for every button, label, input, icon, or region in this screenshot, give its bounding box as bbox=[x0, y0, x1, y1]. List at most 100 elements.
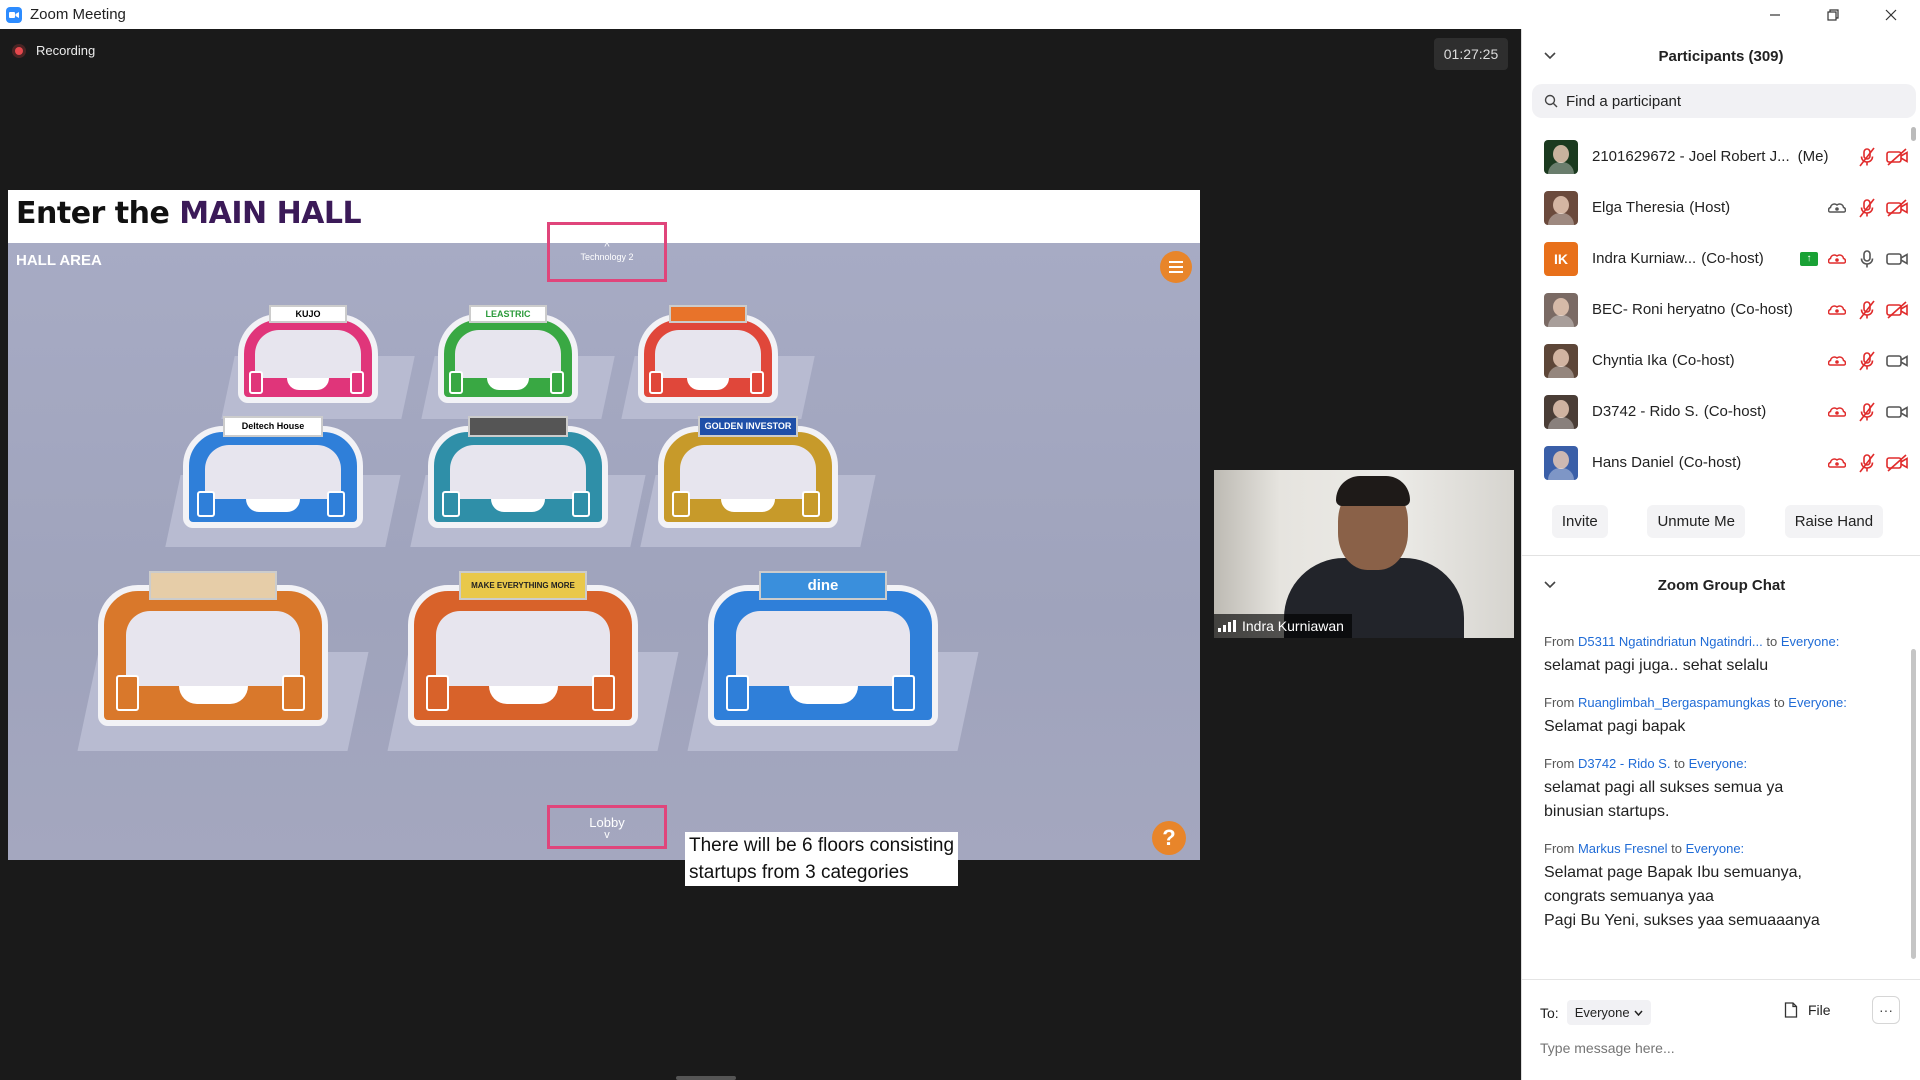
mic-muted-icon[interactable] bbox=[1856, 452, 1878, 474]
collapse-participants-icon[interactable] bbox=[1544, 48, 1556, 63]
participant-row[interactable]: BEC- Roni heryatno (Co-host) bbox=[1522, 284, 1908, 335]
participant-row[interactable]: IK Indra Kurniaw... (Co-host) ↑ bbox=[1522, 233, 1908, 284]
help-button[interactable]: ? bbox=[1152, 821, 1186, 855]
participant-avatar: IK bbox=[1544, 241, 1578, 276]
mic-muted-icon[interactable] bbox=[1856, 146, 1878, 168]
participant-role: (Co-host) bbox=[1701, 250, 1764, 267]
chat-message-line: congrats semuanya yaa bbox=[1544, 888, 1714, 905]
chat-sender[interactable]: Ruanglimbah_Bergaspamungkas bbox=[1578, 695, 1770, 710]
caption-line-1: There will be 6 floors consisting bbox=[689, 835, 955, 856]
nav-technology-2[interactable]: ^ Technology 2 bbox=[547, 222, 667, 282]
speaker-video-tile[interactable]: Indra Kurniawan bbox=[1214, 470, 1514, 638]
participant-avatar bbox=[1544, 292, 1578, 327]
mic-icon[interactable] bbox=[1856, 248, 1878, 270]
video-icon[interactable] bbox=[1886, 401, 1908, 423]
participant-name-text: Hans Daniel bbox=[1592, 454, 1674, 471]
video-icon[interactable] bbox=[1886, 248, 1908, 270]
chat-message-text: Selamat pagi bapak bbox=[1544, 715, 1902, 739]
mic-muted-icon[interactable] bbox=[1856, 197, 1878, 219]
recording-dot-icon bbox=[12, 43, 26, 58]
video-icon[interactable] bbox=[1886, 350, 1908, 372]
mic-muted-icon[interactable] bbox=[1856, 401, 1878, 423]
participant-role: (Co-host) bbox=[1730, 301, 1793, 318]
to-word: to bbox=[1773, 695, 1785, 710]
participant-role: (Co-host) bbox=[1703, 403, 1767, 420]
resize-handle[interactable] bbox=[676, 1076, 736, 1080]
exhibitor-booth[interactable]: LEASTRIC bbox=[421, 293, 615, 420]
file-button[interactable]: File bbox=[1784, 1002, 1831, 1018]
hall-menu-button[interactable] bbox=[1160, 251, 1192, 283]
unmute-me-button[interactable]: Unmute Me bbox=[1647, 505, 1745, 538]
participant-row[interactable]: D3742 - Rido S. (Co-host) bbox=[1522, 386, 1908, 437]
close-button[interactable] bbox=[1862, 0, 1920, 29]
nav-top-label: Technology 2 bbox=[580, 252, 634, 262]
participant-row[interactable]: Chyntia Ika (Co-host) bbox=[1522, 335, 1908, 386]
chat-sender[interactable]: D3742 - Rido S. bbox=[1578, 756, 1671, 771]
more-options-button[interactable]: ··· bbox=[1872, 996, 1900, 1024]
screen-share-icon: ↑ bbox=[1800, 251, 1818, 266]
chat-message-meta: From D3742 - Rido S. to Everyone: bbox=[1544, 755, 1902, 773]
chat-title: Zoom Group Chat bbox=[1657, 576, 1786, 594]
exhibitor-booth[interactable]: KUJO bbox=[221, 293, 415, 420]
chat-message-text: Selamat page Bapak Ibu semuanya, congrats… bbox=[1544, 861, 1902, 933]
exhibitor-booth[interactable] bbox=[410, 403, 646, 546]
chat-message-line: selamat pagi juga.. sehat selalu bbox=[1544, 657, 1769, 674]
video-off-icon[interactable] bbox=[1886, 299, 1908, 321]
participant-avatar bbox=[1544, 190, 1578, 225]
chat-message-line: Pagi Bu Yeni, sukses yaa semuaaanya bbox=[1544, 912, 1820, 929]
chat-message: From D3742 - Rido S. to Everyone: selamat… bbox=[1522, 755, 1902, 840]
participant-row[interactable]: Hans Daniel (Co-host) bbox=[1522, 437, 1908, 488]
participant-role: (Host) bbox=[1689, 199, 1731, 216]
chat-message: From Ruanglimbah_Bergaspamungkas to Ever… bbox=[1522, 694, 1902, 755]
chat-sender[interactable]: Markus Fresnel bbox=[1578, 841, 1668, 856]
booth-sign bbox=[467, 416, 569, 437]
booth-sign: LEASTRIC bbox=[468, 304, 548, 323]
participant-scrollbar[interactable] bbox=[1911, 127, 1916, 487]
collapse-chat-icon[interactable] bbox=[1544, 577, 1556, 592]
video-off-icon[interactable] bbox=[1886, 197, 1908, 219]
exhibitor-booth[interactable]: Deltech House bbox=[165, 403, 401, 546]
participant-row[interactable]: 2101629672 - Joel Robert J... (Me) bbox=[1522, 131, 1908, 182]
recording-icon bbox=[1826, 197, 1848, 219]
booth-sign: KUJO bbox=[268, 304, 348, 323]
chat-sender[interactable]: D5311 Ngatindriatun Ngatindri... bbox=[1578, 634, 1763, 649]
chevron-down-icon bbox=[1634, 1010, 1643, 1016]
chat-message-meta: From Ruanglimbah_Bergaspamungkas to Ever… bbox=[1544, 694, 1902, 712]
booth-sign: MAKE EVERYTHING MORE bbox=[458, 571, 588, 600]
invite-button[interactable]: Invite bbox=[1551, 505, 1608, 538]
raise-hand-button[interactable]: Raise Hand bbox=[1784, 505, 1884, 538]
chat-message-text: selamat pagi all sukses semua ya binusian… bbox=[1544, 776, 1902, 824]
participant-avatar bbox=[1544, 394, 1578, 429]
chat-message-line: Selamat page Bapak Ibu semuanya, bbox=[1544, 864, 1802, 881]
participant-name: Chyntia Ika (Co-host) bbox=[1592, 352, 1735, 369]
participant-role: (Me) bbox=[1797, 148, 1829, 165]
participant-search-input[interactable]: Find a participant bbox=[1532, 84, 1916, 118]
video-off-icon[interactable] bbox=[1886, 452, 1908, 474]
exhibitor-booth[interactable] bbox=[77, 553, 369, 751]
video-off-icon[interactable] bbox=[1886, 146, 1908, 168]
chat-message-line: selamat pagi all sukses semua ya bbox=[1544, 779, 1784, 796]
participants-title: Participants (309) bbox=[1658, 47, 1784, 65]
chat-message-input[interactable] bbox=[1540, 1040, 1900, 1056]
mic-muted-icon[interactable] bbox=[1856, 299, 1878, 321]
exhibitor-booth[interactable]: MAKE EVERYTHING MORE bbox=[387, 553, 679, 751]
nav-lobby[interactable]: Lobby v bbox=[547, 805, 667, 849]
recipient-select[interactable]: Everyone bbox=[1566, 1000, 1651, 1025]
participant-row[interactable]: Elga Theresia (Host) bbox=[1522, 182, 1908, 233]
booth-sign: GOLDEN INVESTOR bbox=[697, 416, 799, 437]
booth-sign bbox=[668, 304, 748, 323]
exhibitor-booth[interactable]: dine bbox=[687, 553, 979, 751]
chat-message-list: From D5311 Ngatindriatun Ngatindri... to… bbox=[1522, 611, 1902, 975]
participant-actions: Invite Unmute Me Raise Hand bbox=[1522, 505, 1920, 538]
restore-button[interactable] bbox=[1804, 0, 1862, 29]
exhibitor-booth[interactable]: GOLDEN INVESTOR bbox=[640, 403, 876, 546]
minimize-button[interactable] bbox=[1746, 0, 1804, 29]
recording-icon bbox=[1826, 401, 1848, 423]
chat-scrollbar[interactable] bbox=[1911, 649, 1916, 959]
recording-indicator[interactable]: Recording bbox=[12, 43, 95, 58]
mic-muted-icon[interactable] bbox=[1856, 350, 1878, 372]
to-label: To: bbox=[1540, 1004, 1559, 1021]
exhibitor-booth[interactable] bbox=[621, 293, 815, 420]
chevron-up-icon: ^ bbox=[604, 241, 610, 253]
meeting-timer: 01:27:25 bbox=[1434, 38, 1508, 70]
